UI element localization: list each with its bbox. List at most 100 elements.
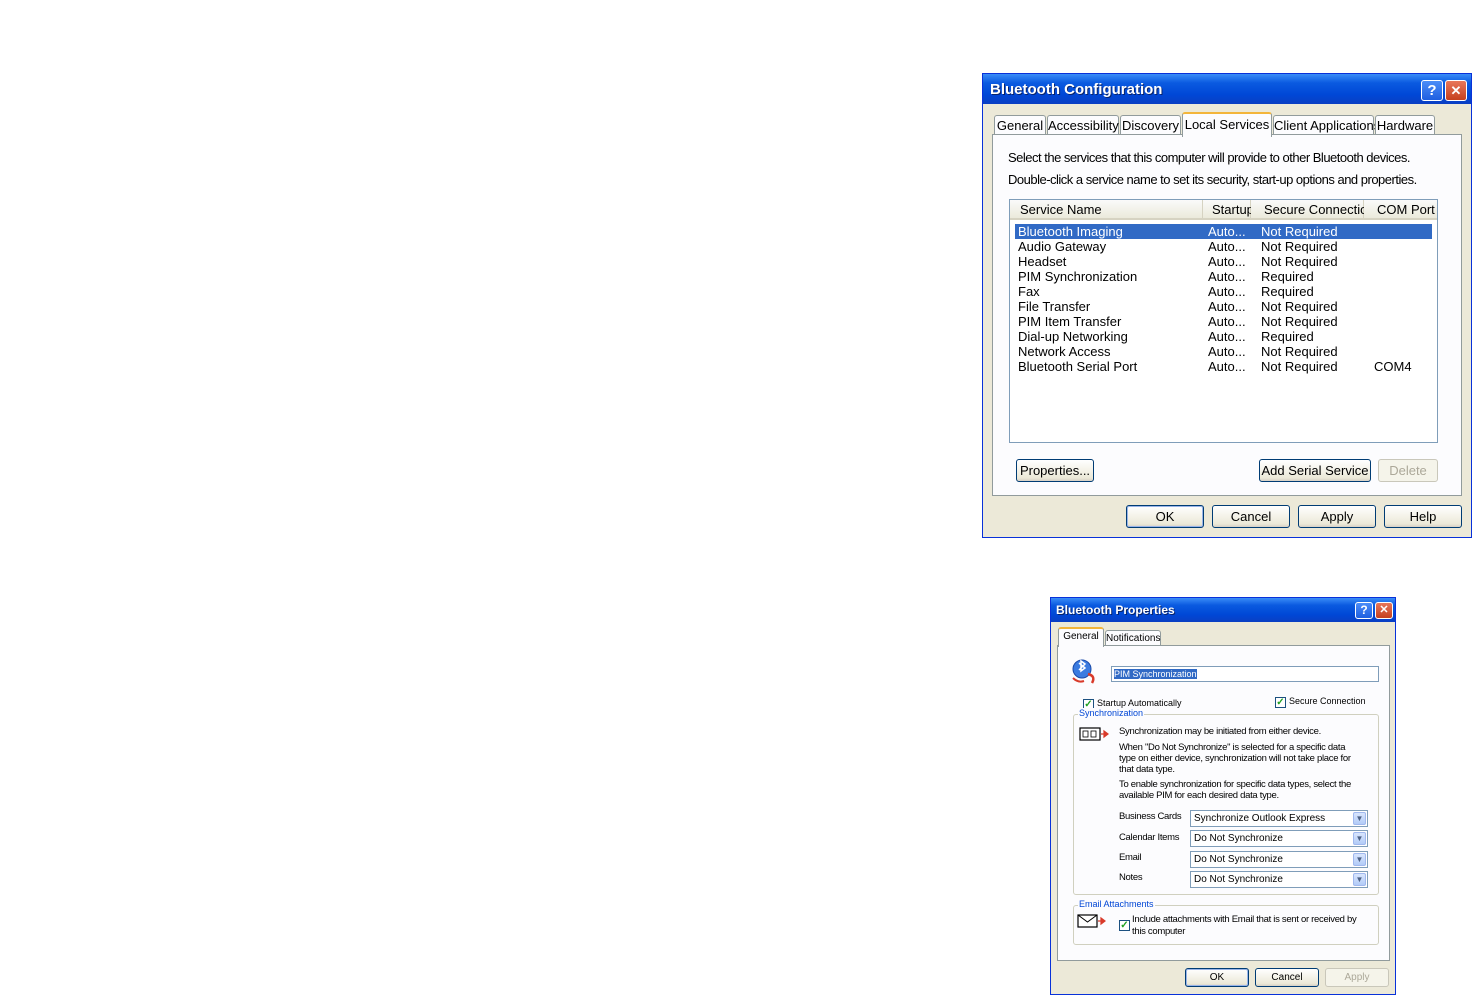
service-secure-cell: Not Required [1261, 299, 1338, 314]
email-attachments-group-label: Email Attachments [1078, 899, 1155, 909]
include-attachments-line1: Include attachments with Email that is s… [1132, 914, 1357, 925]
service-name-cell: Network Access [1018, 344, 1111, 359]
secure-connection-checkbox[interactable]: ✓ [1275, 697, 1286, 708]
properties-ok-button[interactable]: OK [1185, 968, 1249, 987]
tab-local-services-label: Local Services [1184, 117, 1270, 132]
column-header-secure-connection[interactable]: Secure Connection [1251, 200, 1375, 220]
properties-apply-button[interactable]: Apply [1325, 968, 1389, 987]
service-startup-cell: Auto... [1208, 254, 1246, 269]
business-cards-select[interactable]: Synchronize Outlook Express ▼ [1190, 810, 1368, 827]
service-row[interactable]: PIM Item Transfer Auto... Not Required [1015, 314, 1432, 329]
envelope-icon [1077, 914, 1106, 928]
column-header-startup[interactable]: Startup [1203, 200, 1254, 220]
cancel-button-label: Cancel [1230, 509, 1272, 524]
tab-general-label: General [1063, 631, 1099, 642]
apply-button-label: Apply [1320, 509, 1354, 524]
service-secure-cell: Required [1261, 329, 1314, 344]
tab-notifications[interactable]: Notifications [1105, 630, 1161, 646]
checkmark-icon: ✓ [1276, 697, 1285, 708]
service-startup-cell: Auto... [1208, 299, 1246, 314]
delete-button-label: Delete [1389, 463, 1427, 478]
question-icon: ? [1427, 82, 1437, 99]
sync-text-3-line1: To enable synchronization for specific d… [1119, 779, 1352, 790]
service-row[interactable]: File Transfer Auto... Not Required [1015, 299, 1432, 314]
service-name-cell: Bluetooth Imaging [1018, 224, 1123, 239]
sync-text-3-line2: available PIM for each desired data type… [1119, 790, 1279, 801]
service-startup-cell: Auto... [1208, 344, 1246, 359]
email-select[interactable]: Do Not Synchronize ▼ [1190, 851, 1368, 868]
properties-button[interactable]: Properties... [1016, 459, 1094, 482]
dropdown-arrow-glyph: ▼ [1355, 834, 1364, 843]
chevron-down-icon[interactable]: ▼ [1353, 873, 1366, 886]
cancel-button[interactable]: Cancel [1212, 505, 1290, 528]
properties-close-button[interactable]: ✕ [1375, 602, 1393, 619]
tab-local-services[interactable]: Local Services [1182, 112, 1272, 137]
service-startup-cell: Auto... [1208, 314, 1246, 329]
sync-text-2-line2: type on either device, synchronization w… [1119, 753, 1351, 764]
service-name-cell: Audio Gateway [1018, 239, 1107, 254]
instruction-text-2: Double-click a service name to set its s… [1008, 172, 1417, 187]
include-attachments-line2: this computer [1132, 926, 1186, 937]
service-row[interactable]: Bluetooth Imaging Auto... Not Required [1015, 224, 1432, 239]
service-name-cell: PIM Synchronization [1018, 269, 1138, 284]
service-name-field[interactable]: PIM Synchronization [1111, 666, 1379, 682]
email-value: Do Not Synchronize [1194, 854, 1283, 865]
add-serial-service-button-label: Add Serial Service [1261, 463, 1369, 478]
service-secure-cell: Not Required [1261, 344, 1338, 359]
bluetooth-properties-window: Bluetooth Properties ? ✕ General Notific… [1050, 597, 1396, 995]
sync-text-1: Synchronization may be initiated from ei… [1119, 726, 1321, 737]
service-secure-cell: Not Required [1261, 239, 1338, 254]
business-cards-label: Business Cards [1119, 811, 1182, 822]
service-row[interactable]: Headset Auto... Not Required [1015, 254, 1432, 269]
calendar-items-select[interactable]: Do Not Synchronize ▼ [1190, 830, 1368, 847]
ok-button[interactable]: OK [1126, 505, 1204, 528]
delete-button[interactable]: Delete [1378, 459, 1438, 482]
tab-general[interactable]: General [994, 115, 1046, 135]
service-row[interactable]: Dial-up Networking Auto... Required [1015, 329, 1432, 344]
services-list[interactable]: Service Name Startup Secure Connection C… [1009, 199, 1438, 443]
config-help-title-button[interactable]: ? [1421, 80, 1443, 101]
tab-hardware[interactable]: Hardware [1375, 115, 1435, 135]
service-row[interactable]: Network Access Auto... Not Required [1015, 344, 1432, 359]
chevron-down-icon[interactable]: ▼ [1353, 832, 1366, 845]
calendar-items-label: Calendar Items [1119, 832, 1180, 843]
tab-client-applications[interactable]: Client Applications [1273, 115, 1380, 135]
tab-notifications-label: Notifications [1106, 633, 1161, 644]
notes-value: Do Not Synchronize [1194, 874, 1283, 885]
column-header-com-port[interactable]: COM Port [1364, 200, 1437, 220]
service-startup-cell: Auto... [1208, 359, 1246, 374]
properties-title-bar[interactable]: Bluetooth Properties ? ✕ [1051, 598, 1395, 622]
properties-cancel-button[interactable]: Cancel [1255, 968, 1319, 987]
config-window-title: Bluetooth Configuration [990, 81, 1163, 98]
notes-select[interactable]: Do Not Synchronize ▼ [1190, 871, 1368, 888]
service-startup-cell: Auto... [1208, 224, 1246, 239]
apply-button[interactable]: Apply [1298, 505, 1376, 528]
column-header-service-name[interactable]: Service Name [1010, 200, 1203, 220]
service-name-cell: PIM Item Transfer [1018, 314, 1122, 329]
service-row[interactable]: Bluetooth Serial Port Auto... Not Requir… [1015, 359, 1432, 374]
add-serial-service-button[interactable]: Add Serial Service [1259, 459, 1371, 482]
service-row[interactable]: Fax Auto... Required [1015, 284, 1432, 299]
column-startup-label: Startup [1212, 202, 1254, 217]
ok-button-label: OK [1155, 509, 1175, 524]
local-services-panel: Select the services that this computer w… [992, 134, 1462, 496]
help-button[interactable]: Help [1384, 505, 1462, 528]
chevron-down-icon[interactable]: ▼ [1353, 853, 1366, 866]
service-row[interactable]: Audio Gateway Auto... Not Required [1015, 239, 1432, 254]
column-com-port-label: COM Port [1377, 202, 1435, 217]
service-startup-cell: Auto... [1208, 269, 1246, 284]
tab-discovery-label: Discovery [1121, 118, 1180, 133]
tab-general[interactable]: General [1058, 627, 1104, 647]
include-attachments-checkbox[interactable]: ✓ [1119, 920, 1130, 931]
tab-discovery[interactable]: Discovery [1120, 115, 1181, 135]
properties-help-title-button[interactable]: ? [1355, 602, 1373, 619]
config-close-button[interactable]: ✕ [1445, 80, 1467, 101]
column-service-name-label: Service Name [1020, 202, 1102, 217]
close-icon: ✕ [1450, 83, 1462, 98]
service-startup-cell: Auto... [1208, 284, 1246, 299]
config-title-bar[interactable]: Bluetooth Configuration ? ✕ [983, 74, 1471, 104]
dropdown-arrow-glyph: ▼ [1355, 855, 1364, 864]
tab-accessibility[interactable]: Accessibility [1047, 115, 1119, 135]
service-row[interactable]: PIM Synchronization Auto... Required [1015, 269, 1432, 284]
chevron-down-icon[interactable]: ▼ [1353, 812, 1366, 825]
